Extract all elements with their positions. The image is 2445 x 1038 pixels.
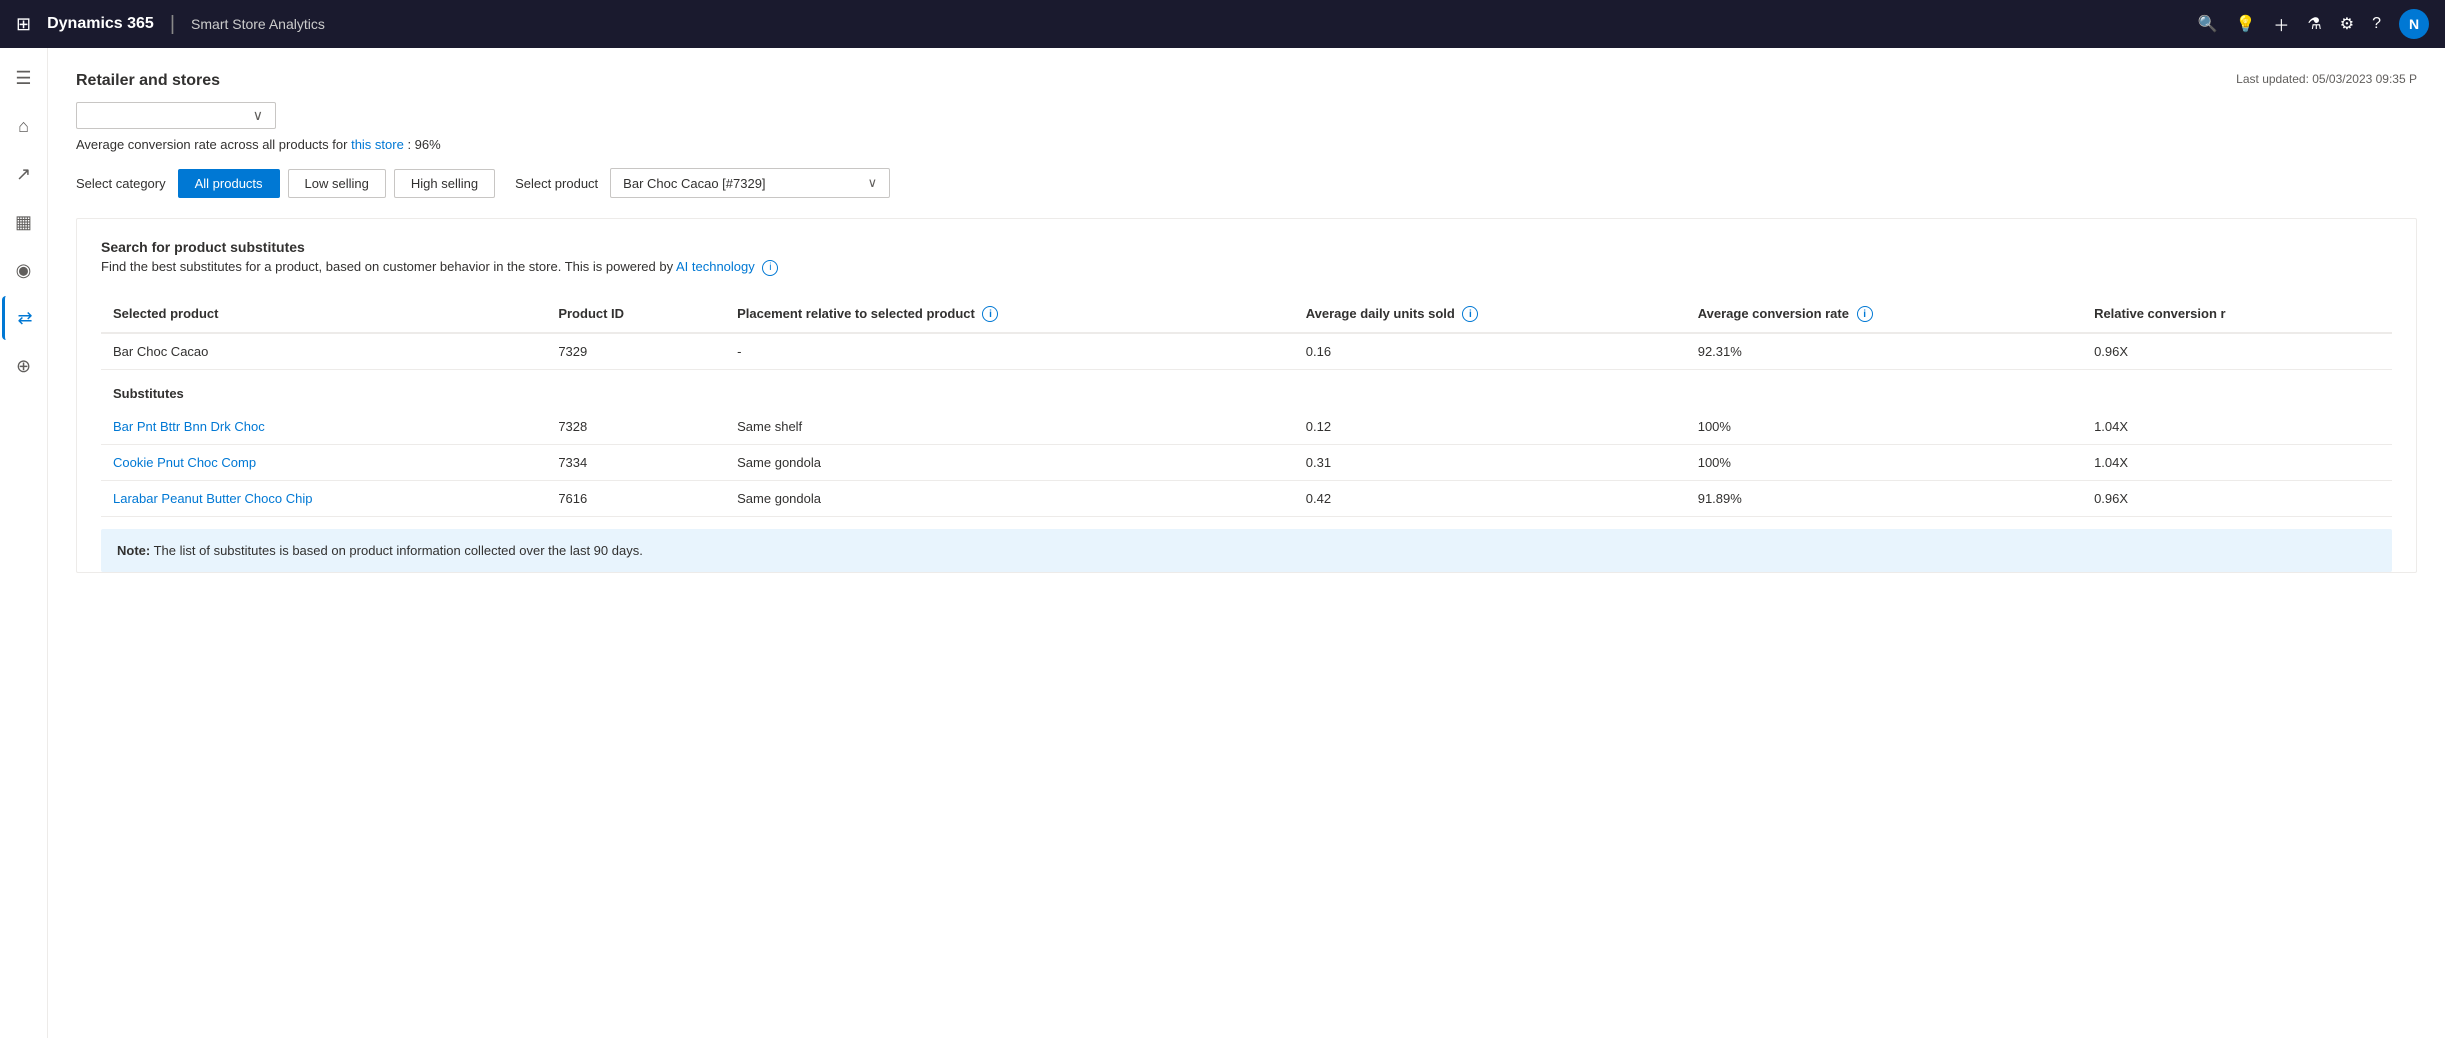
sel-product-avg-conv: 92.31% xyxy=(1686,333,2082,370)
sub-2-rel-conv: 0.96X xyxy=(2082,481,2392,517)
store-selector[interactable]: ∨ xyxy=(76,102,276,129)
sel-product-placement: - xyxy=(725,333,1294,370)
category-label: Select category xyxy=(76,176,166,191)
filter-row: Select category All products Low selling… xyxy=(76,168,2417,198)
ai-info-icon[interactable]: i xyxy=(762,260,778,276)
substitutes-section-label: Substitutes xyxy=(101,370,2392,410)
note-label: Note: xyxy=(117,543,150,558)
avg-conversion-value: : 96% xyxy=(407,137,440,152)
search-icon[interactable]: 🔍 xyxy=(2198,14,2218,34)
table-row: Larabar Peanut Butter Choco Chip 7616 Sa… xyxy=(101,481,2392,517)
search-section-title: Search for product substitutes xyxy=(101,239,2392,255)
col-placement-label: Placement relative to selected product xyxy=(737,306,975,321)
sub-2-product-id: 7616 xyxy=(546,481,725,517)
sel-product-rel-conv: 0.96X xyxy=(2082,333,2392,370)
substitutes-section-row: Substitutes xyxy=(101,370,2392,410)
sub-2-avg-conv: 91.89% xyxy=(1686,481,2082,517)
sub-1-avg-daily: 0.31 xyxy=(1294,445,1686,481)
sidebar-item-insights[interactable]: ◉ xyxy=(2,248,46,292)
placement-info-icon[interactable]: i xyxy=(982,306,998,322)
sub-1-name[interactable]: Cookie Pnut Choc Comp xyxy=(101,445,546,481)
main-content: Retailer and stores Last updated: 05/03/… xyxy=(48,48,2445,1038)
table-body: Bar Choc Cacao 7329 - 0.16 92.31% 0.96X … xyxy=(101,333,2392,517)
sub-0-placement: Same shelf xyxy=(725,409,1294,445)
note-text: The list of substitutes is based on prod… xyxy=(154,543,643,558)
search-section: Search for product substitutes Find the … xyxy=(76,218,2417,573)
store-selector-chevron-icon: ∨ xyxy=(253,107,263,124)
sidebar-item-analytics[interactable]: ↗ xyxy=(2,152,46,196)
app-name: Smart Store Analytics xyxy=(191,16,325,32)
avg-conversion-pre: Average conversion rate across all produ… xyxy=(76,137,347,152)
sidebar-item-home[interactable]: ⌂ xyxy=(2,104,46,148)
sub-0-name[interactable]: Bar Pnt Bttr Bnn Drk Choc xyxy=(101,409,546,445)
table-header: Selected product Product ID Placement re… xyxy=(101,296,2392,334)
selected-product-row: Bar Choc Cacao 7329 - 0.16 92.31% 0.96X xyxy=(101,333,2392,370)
app-layout: ☰ ⌂ ↗ ▦ ◉ ⇄ ⊕ Retailer and stores Last u… xyxy=(0,48,2445,1038)
sidebar-item-table[interactable]: ▦ xyxy=(2,200,46,244)
col-selected-product: Selected product xyxy=(101,296,546,334)
substitutes-table: Selected product Product ID Placement re… xyxy=(101,296,2392,518)
avg-conv-info-icon[interactable]: i xyxy=(1857,306,1873,322)
sub-2-placement: Same gondola xyxy=(725,481,1294,517)
col-avg-conv: Average conversion rate i xyxy=(1686,296,2082,334)
filter-btn-all[interactable]: All products xyxy=(178,169,280,198)
sub-0-rel-conv: 1.04X xyxy=(2082,409,2392,445)
last-updated-label: Last updated: 05/03/2023 09:35 P xyxy=(2236,72,2417,86)
sidebar-item-substitutes[interactable]: ⇄ xyxy=(2,296,46,340)
this-store-link[interactable]: this store xyxy=(351,137,404,152)
sub-0-avg-daily: 0.12 xyxy=(1294,409,1686,445)
product-dropdown-value: Bar Choc Cacao [#7329] xyxy=(623,176,859,191)
brand-name: Dynamics 365 xyxy=(47,15,154,33)
col-rel-conv: Relative conversion r xyxy=(2082,296,2392,334)
sel-product-id: 7329 xyxy=(546,333,725,370)
nav-divider: | xyxy=(170,13,175,36)
avg-conversion-text: Average conversion rate across all produ… xyxy=(76,137,2417,152)
sub-0-avg-conv: 100% xyxy=(1686,409,2082,445)
search-desc-pre: Find the best substitutes for a product,… xyxy=(101,259,673,274)
add-icon[interactable]: ＋ xyxy=(2273,12,2289,36)
note-bar: Note: The list of substitutes is based o… xyxy=(101,529,2392,572)
sub-1-rel-conv: 1.04X xyxy=(2082,445,2392,481)
sel-product-name: Bar Choc Cacao xyxy=(101,333,546,370)
help-icon[interactable]: ? xyxy=(2372,15,2381,33)
filter-icon[interactable]: ⚗ xyxy=(2307,14,2321,34)
product-select-label: Select product xyxy=(515,176,598,191)
table-wrap: Selected product Product ID Placement re… xyxy=(101,296,2392,518)
settings-icon[interactable]: ⚙ xyxy=(2340,14,2354,34)
sub-1-product-id: 7334 xyxy=(546,445,725,481)
sub-1-avg-conv: 100% xyxy=(1686,445,2082,481)
topnav: ⊞ Dynamics 365 | Smart Store Analytics 🔍… xyxy=(0,0,2445,48)
avg-daily-info-icon[interactable]: i xyxy=(1462,306,1478,322)
col-placement: Placement relative to selected product i xyxy=(725,296,1294,334)
sub-0-product-id: 7328 xyxy=(546,409,725,445)
grid-icon[interactable]: ⊞ xyxy=(16,14,31,35)
search-section-desc: Find the best substitutes for a product,… xyxy=(101,259,2392,276)
col-product-id: Product ID xyxy=(546,296,725,334)
ai-technology-link[interactable]: AI technology xyxy=(676,259,755,274)
lightbulb-icon[interactable]: 💡 xyxy=(2235,14,2255,34)
col-avg-conv-label: Average conversion rate xyxy=(1698,306,1849,321)
user-avatar[interactable]: N xyxy=(2399,9,2429,39)
col-avg-daily: Average daily units sold i xyxy=(1294,296,1686,334)
table-row: Cookie Pnut Choc Comp 7334 Same gondola … xyxy=(101,445,2392,481)
col-avg-daily-label: Average daily units sold xyxy=(1306,306,1455,321)
sidebar-item-settings[interactable]: ⊕ xyxy=(2,344,46,388)
sub-2-name[interactable]: Larabar Peanut Butter Choco Chip xyxy=(101,481,546,517)
sub-1-placement: Same gondola xyxy=(725,445,1294,481)
page-header-row: Retailer and stores Last updated: 05/03/… xyxy=(76,72,2417,90)
page-title: Retailer and stores xyxy=(76,72,220,90)
topnav-actions: 🔍 💡 ＋ ⚗ ⚙ ? N xyxy=(2198,9,2429,39)
product-dropdown-chevron-icon: ∨ xyxy=(868,175,878,191)
sidebar-item-hamburger[interactable]: ☰ xyxy=(2,56,46,100)
table-row: Bar Pnt Bttr Bnn Drk Choc 7328 Same shel… xyxy=(101,409,2392,445)
sel-product-avg-daily: 0.16 xyxy=(1294,333,1686,370)
filter-btn-low[interactable]: Low selling xyxy=(288,169,386,198)
sidebar: ☰ ⌂ ↗ ▦ ◉ ⇄ ⊕ xyxy=(0,48,48,1038)
sub-2-avg-daily: 0.42 xyxy=(1294,481,1686,517)
product-dropdown[interactable]: Bar Choc Cacao [#7329] ∨ xyxy=(610,168,890,198)
filter-btn-high[interactable]: High selling xyxy=(394,169,495,198)
store-selector-value xyxy=(89,108,245,123)
